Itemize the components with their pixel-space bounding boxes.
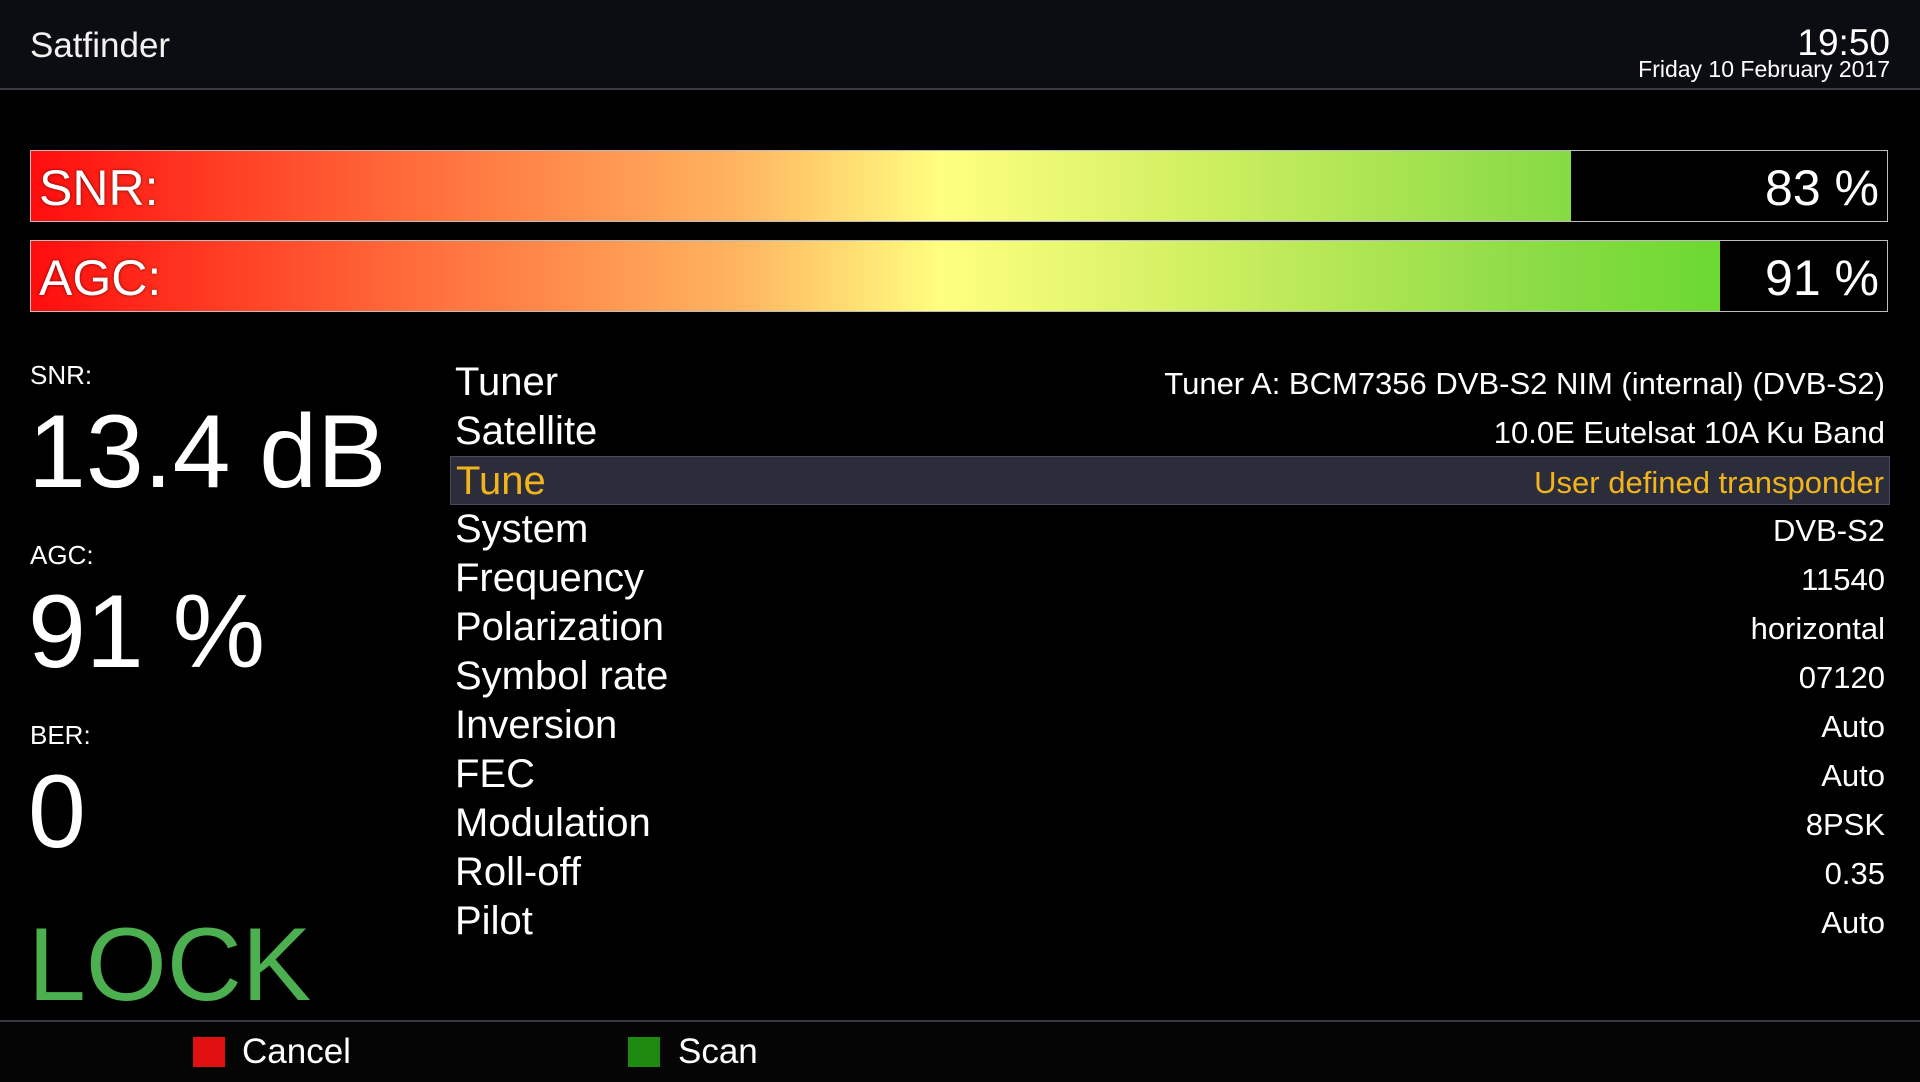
ber-stat-label: BER: bbox=[30, 720, 91, 750]
param-value: 0.35 bbox=[1824, 856, 1885, 891]
snr-bar-fill bbox=[31, 151, 1572, 221]
snr-stat-value: 13.4 dB bbox=[28, 394, 387, 510]
snr-bar-label: SNR: bbox=[39, 160, 159, 216]
scan-button[interactable]: Scan bbox=[678, 1032, 758, 1072]
param-row-polarization[interactable]: Polarization horizontal bbox=[450, 603, 1890, 652]
param-row-fec[interactable]: FEC Auto bbox=[450, 750, 1890, 799]
param-value: Tuner A: BCM7356 DVB-S2 NIM (internal) (… bbox=[1164, 366, 1885, 401]
param-row-frequency[interactable]: Frequency 11540 bbox=[450, 554, 1890, 603]
cancel-button[interactable]: Cancel bbox=[242, 1032, 351, 1072]
snr-stat-label: SNR: bbox=[30, 360, 93, 390]
param-row-system[interactable]: System DVB-S2 bbox=[450, 505, 1890, 554]
param-row-satellite[interactable]: Satellite 10.0E Eutelsat 10A Ku Band bbox=[450, 407, 1890, 456]
param-value: DVB-S2 bbox=[1773, 513, 1885, 548]
agc-bar-label: AGC: bbox=[39, 250, 162, 306]
param-row-tuner[interactable]: Tuner Tuner A: BCM7356 DVB-S2 NIM (inter… bbox=[450, 358, 1890, 407]
agc-bar-value: 91 % bbox=[1765, 250, 1879, 306]
app-title: Satfinder bbox=[30, 26, 171, 65]
param-name: Symbol rate bbox=[455, 654, 669, 698]
param-row-pilot[interactable]: Pilot Auto bbox=[450, 897, 1890, 946]
param-value: 07120 bbox=[1798, 660, 1885, 695]
param-value: 10.0E Eutelsat 10A Ku Band bbox=[1493, 415, 1885, 450]
agc-stat-value: 91 % bbox=[28, 574, 266, 690]
param-name: Pilot bbox=[455, 899, 533, 943]
footer-bar: Cancel Scan bbox=[0, 1020, 1920, 1082]
red-key-icon bbox=[193, 1037, 225, 1067]
param-name: Modulation bbox=[455, 801, 651, 845]
param-value: horizontal bbox=[1750, 611, 1885, 646]
param-value: Auto bbox=[1821, 709, 1885, 744]
param-name: FEC bbox=[455, 752, 535, 796]
param-value: Auto bbox=[1821, 758, 1885, 793]
param-name: Satellite bbox=[455, 409, 598, 453]
agc-stat-label: AGC: bbox=[30, 540, 94, 570]
param-row-modulation[interactable]: Modulation 8PSK bbox=[450, 799, 1890, 848]
agc-bar: AGC: 91 % bbox=[30, 240, 1888, 312]
tuning-parameter-list: Tuner Tuner A: BCM7356 DVB-S2 NIM (inter… bbox=[450, 358, 1890, 946]
snr-bar: SNR: 83 % bbox=[30, 150, 1888, 222]
param-name: Inversion bbox=[455, 703, 618, 747]
param-name: Tuner bbox=[455, 360, 559, 404]
param-value: 11540 bbox=[1801, 562, 1885, 597]
green-key-icon bbox=[628, 1037, 660, 1067]
param-value: 8PSK bbox=[1805, 807, 1885, 842]
param-row-roll-off[interactable]: Roll-off 0.35 bbox=[450, 848, 1890, 897]
param-row-symbol-rate[interactable]: Symbol rate 07120 bbox=[450, 652, 1890, 701]
clock-date: Friday 10 February 2017 bbox=[1638, 56, 1890, 82]
param-value: User defined transponder bbox=[1534, 465, 1884, 500]
header-bar: Satfinder 19:50 Friday 10 February 2017 bbox=[0, 0, 1920, 90]
agc-bar-fill bbox=[31, 241, 1720, 311]
param-name: Roll-off bbox=[455, 850, 581, 894]
param-row-inversion[interactable]: Inversion Auto bbox=[450, 701, 1890, 750]
param-name: Polarization bbox=[455, 605, 665, 649]
ber-stat-value: 0 bbox=[28, 754, 86, 870]
param-name: Tune bbox=[456, 459, 546, 503]
param-row-tune[interactable]: Tune User defined transponder bbox=[450, 456, 1890, 505]
param-name: System bbox=[455, 507, 589, 551]
lock-status: LOCK bbox=[28, 907, 312, 1023]
param-name: Frequency bbox=[455, 556, 644, 600]
param-value: Auto bbox=[1821, 905, 1885, 940]
snr-bar-value: 83 % bbox=[1765, 160, 1879, 216]
